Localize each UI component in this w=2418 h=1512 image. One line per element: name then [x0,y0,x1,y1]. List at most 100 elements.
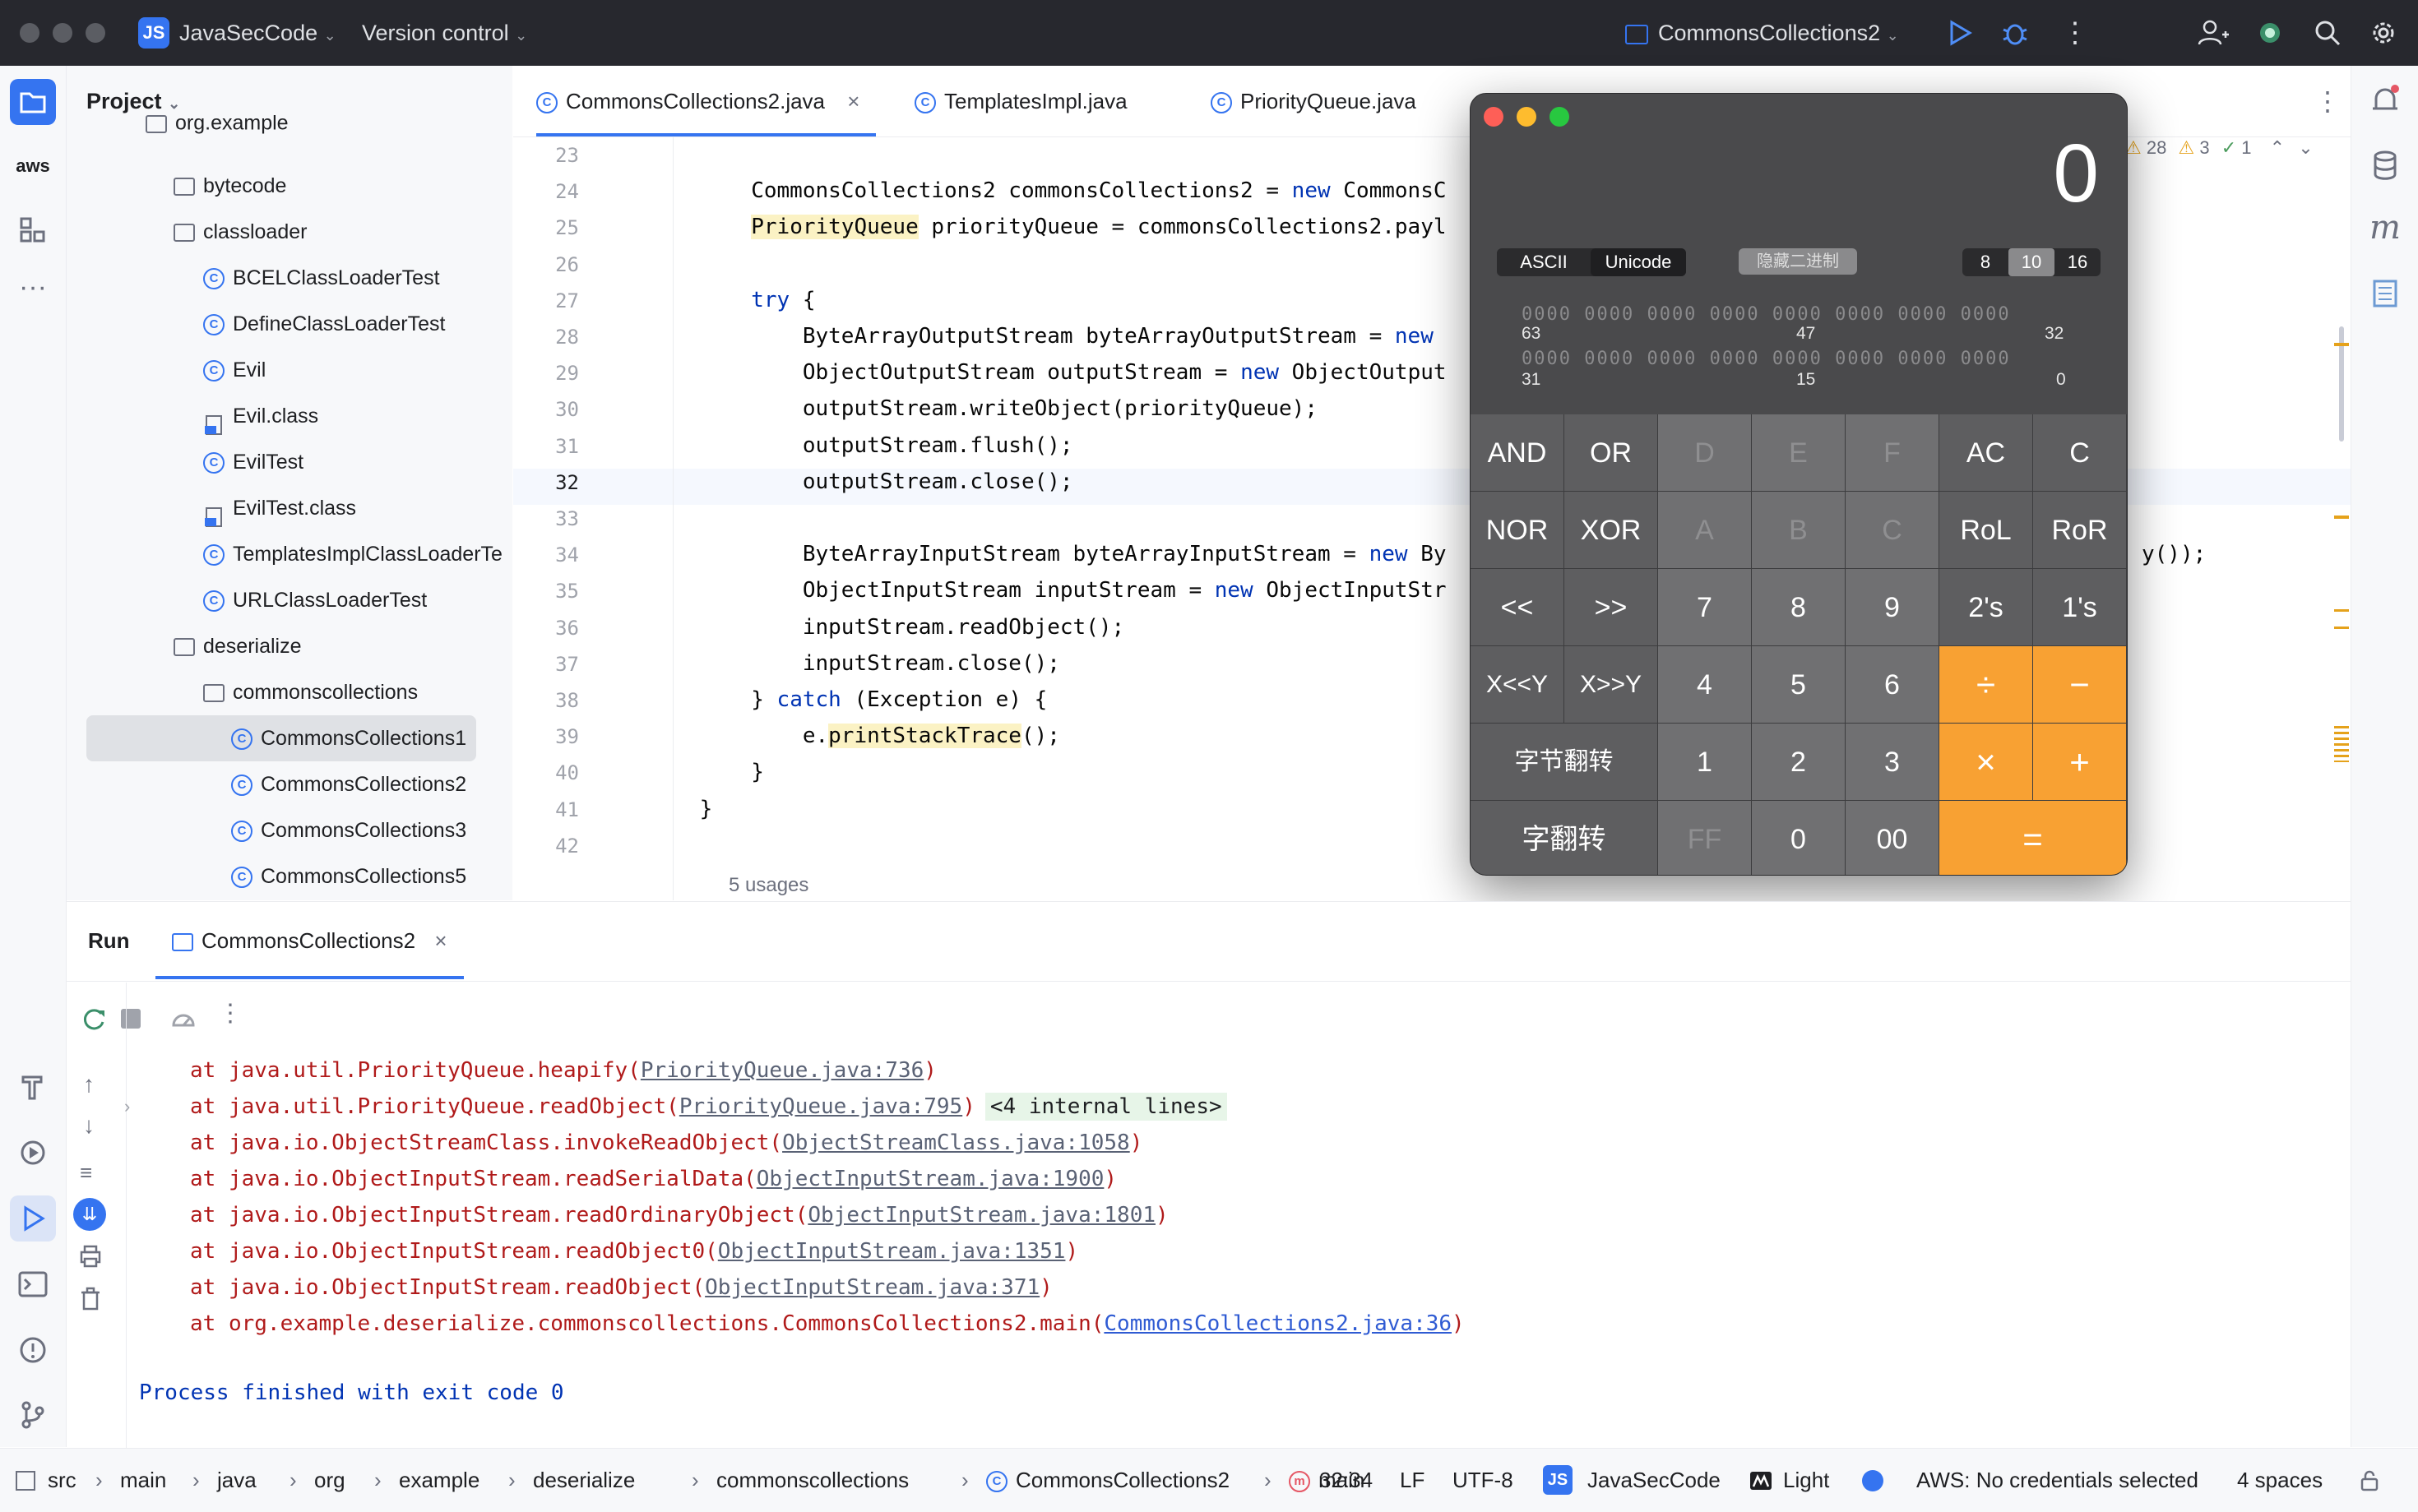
run-icon[interactable] [1941,15,1977,51]
line-number[interactable]: 39 [513,725,579,748]
internal-lines-fold[interactable]: <4 internal lines> [984,1093,1227,1121]
code-line[interactable]: outputStream.close(); [648,469,1073,494]
arrow-down-icon[interactable]: ↓ [83,1112,95,1139]
tree-file-eviltest-class[interactable]: EvilTest.class [203,485,356,531]
line-number[interactable]: 26 [513,253,579,276]
calc-key[interactable]: >> [1564,569,1658,646]
code-line[interactable]: try { [648,288,815,312]
services-icon[interactable] [10,1130,56,1176]
settings-gear-icon[interactable] [2365,15,2402,51]
calc-key[interactable]: AND [1471,414,1564,492]
ascii-option[interactable]: ASCII [1497,248,1591,276]
more-actions-icon[interactable]: ⋮ [2061,0,2089,66]
line-number[interactable]: 30 [513,398,579,421]
code-line[interactable]: outputStream.writeObject(priorityQueue); [648,396,1318,421]
breadcrumb-item[interactable]: java [217,1449,257,1512]
code-line[interactable]: PriorityQueue priorityQueue = commonsCol… [648,215,1447,240]
tree-folder-deserialize[interactable]: deserialize [174,623,302,669]
scroll-to-end-icon[interactable]: ⇊ [73,1198,106,1231]
breadcrumb-item[interactable]: src [48,1449,76,1512]
run-tool-button[interactable] [10,1195,56,1242]
calc-key[interactable]: 8 [1752,569,1846,646]
code-line[interactable]: e.printStackTrace(); [648,724,1060,749]
line-number[interactable]: 38 [513,689,579,712]
source-link[interactable]: ObjectStreamClass.java:1058 [782,1131,1130,1155]
tree-file-evil-class[interactable]: Evil.class [203,393,318,439]
problems-icon[interactable] [10,1327,56,1373]
calc-key[interactable]: OR [1564,414,1658,492]
close-tab-icon[interactable]: × [434,928,447,953]
calc-key[interactable]: 9 [1846,569,1939,646]
run-more-icon[interactable]: ⋮ [218,999,243,1028]
calc-key[interactable]: 5 [1752,646,1846,724]
trash-icon[interactable] [76,1285,104,1313]
project-panel-header[interactable]: Project ⌄ [86,89,180,114]
more-tools-icon[interactable]: ··· [10,268,56,314]
code-line[interactable]: ObjectOutputStream outputStream = new Ob… [648,360,1447,385]
indent-setting[interactable]: 4 spaces [2237,1449,2323,1512]
line-number[interactable]: 24 [513,180,579,203]
calc-key[interactable]: C [2033,414,2127,492]
line-number[interactable]: 25 [513,216,579,239]
run-config-selector[interactable]: CommonsCollections2 ⌄ [1625,0,1899,66]
line-separator[interactable]: LF [1400,1449,1424,1512]
file-encoding[interactable]: UTF-8 [1452,1449,1513,1512]
tab-commonscollections2-java[interactable]: C CommonsCollections2.java × [536,66,877,136]
zoom-window-button[interactable] [86,23,105,43]
ai-assistant-icon[interactable] [2252,15,2288,51]
code-line[interactable]: inputStream.readObject(); [648,615,1124,640]
chevron-up-icon[interactable]: ⌃ [2270,137,2285,158]
tree-class-commonscollections3[interactable]: C CommonsCollections3 [231,807,466,853]
calc-key[interactable]: RoL [1939,492,2033,569]
tree-class-evil[interactable]: C Evil [203,347,266,393]
calc-key[interactable]: 1's [2033,569,2127,646]
code-line[interactable]: } [648,760,764,784]
calc-close-button[interactable] [1484,107,1503,127]
structure-icon[interactable] [10,207,56,253]
caret-position[interactable]: 32:34 [1319,1449,1373,1512]
warning-marker[interactable] [2334,516,2349,519]
source-link[interactable]: PriorityQueue.java:795 [679,1094,962,1119]
base-16-option[interactable]: 16 [2054,248,2101,276]
arrow-up-icon[interactable]: ↑ [83,1071,95,1098]
base-10-option[interactable]: 10 [2008,248,2054,276]
calc-key[interactable]: = [1939,801,2127,875]
source-link[interactable]: ObjectInputStream.java:371 [705,1275,1040,1300]
tree-class-commonscollections5[interactable]: C CommonsCollections5 [231,853,466,899]
debug-icon[interactable] [1997,15,2033,51]
tree-class-bcelclassloadertest[interactable]: C BCELClassLoaderTest [203,255,440,301]
calc-key[interactable]: 2 [1752,724,1846,801]
source-link[interactable]: PriorityQueue.java:736 [641,1058,924,1083]
calc-key[interactable]: ÷ [1939,646,2033,724]
aws-credentials-status[interactable]: AWS: No credentials selected [1916,1449,2198,1512]
aws-status-icon[interactable] [1862,1470,1883,1491]
tree-class-eviltest[interactable]: C EvilTest [203,439,303,485]
tree-class-urlclassloadertest[interactable]: C URLClassLoaderTest [203,577,427,623]
project-tool-button[interactable] [10,79,56,125]
breadcrumb-item[interactable]: org [314,1449,345,1512]
calc-key[interactable]: × [1939,724,2033,801]
read-only-lock-icon[interactable] [2357,1468,2382,1493]
project-switcher[interactable]: JavaSecCode ⌄ [179,0,336,66]
close-window-button[interactable] [20,23,39,43]
calc-key[interactable]: 0 [1752,801,1846,875]
calc-key[interactable]: 字翻转 [1471,801,1658,875]
calc-key[interactable]: 3 [1846,724,1939,801]
calc-zoom-button[interactable] [1549,107,1569,127]
code-line[interactable]: } catch (Exception e) { [648,687,1047,712]
calc-minimize-button[interactable] [1517,107,1536,127]
build-hammer-icon[interactable] [10,1064,56,1110]
tree-folder-classloader[interactable]: classloader [174,209,307,255]
tab-priorityqueue-java[interactable]: C PriorityQueue.java [1211,66,1416,136]
terminal-icon[interactable] [10,1261,56,1307]
calc-key[interactable]: B [1752,492,1846,569]
warning-marker-group[interactable] [2334,609,2349,629]
tree-class-commonscollections2[interactable]: C CommonsCollections2 [231,761,466,807]
calc-key[interactable]: 4 [1658,646,1752,724]
calc-key[interactable]: A [1658,492,1752,569]
line-number[interactable]: 40 [513,761,579,784]
calc-key[interactable]: 字节翻转 [1471,724,1658,801]
database-icon[interactable] [2363,143,2407,187]
add-user-icon[interactable] [2194,15,2230,51]
binary-viewer-icon[interactable] [2363,271,2407,316]
